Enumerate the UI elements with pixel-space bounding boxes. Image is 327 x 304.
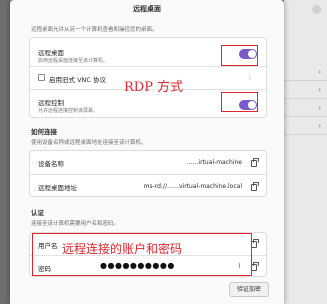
chevron-right-icon: › <box>318 104 321 112</box>
background-row: › <box>284 64 327 81</box>
remote-desktop-dialog: 远程桌面 远程桌面允许从另一个计算机查看和操控您的桌面。 远程桌面 启用远程桌面… <box>10 0 284 304</box>
switch-highlight <box>221 45 258 66</box>
credentials-annotation: 远程连接的账户和密码 <box>62 242 183 256</box>
chevron-right-icon: › <box>318 122 321 130</box>
address-value: ms-rd://……virtual-machine.local <box>143 183 242 190</box>
auth-subtitle: 连接至该计算机需要用户名和密码。 <box>31 221 120 227</box>
copy-icon[interactable] <box>251 158 259 167</box>
address-row: 远程桌面地址 ms-rd://……virtual-machine.local <box>30 175 266 198</box>
background-row: › <box>284 100 327 117</box>
remote-desktop-title: 远程桌面 <box>38 49 64 57</box>
auth-title: 认证 <box>31 209 44 217</box>
chevron-right-icon: › <box>318 86 321 94</box>
titlebar: 远程桌面 <box>10 0 284 17</box>
address-label: 远程桌面地址 <box>38 184 77 192</box>
dialog-title: 远程桌面 <box>133 5 161 13</box>
connection-card: 设备名称 ……irtual-machine 远程桌面地址 ms-rd://……v… <box>29 150 267 197</box>
close-icon[interactable] <box>312 5 321 14</box>
device-name-label: 设备名称 <box>38 160 64 168</box>
background-row: › <box>284 82 327 99</box>
background-row: › <box>284 118 327 135</box>
device-name-value: ……irtual-machine <box>186 159 242 166</box>
background-settings-panel: › › › › <box>284 0 327 304</box>
how-to-connect-subtitle: 使用设备名称或远程桌面地址连接至该计算机。 <box>31 140 147 146</box>
rdp-annotation: RDP 方式 <box>124 80 184 95</box>
copy-icon[interactable] <box>251 182 259 191</box>
legacy-vnc-label: 启用旧式 VNC 协议 <box>49 76 106 84</box>
legacy-vnc-checkbox[interactable] <box>38 74 45 81</box>
how-to-connect-title: 如何连接 <box>31 128 57 136</box>
remote-control-subtitle: 允许远程连接控制该屏幕。 <box>38 108 99 114</box>
device-name-row: 设备名称 ……irtual-machine <box>30 151 266 174</box>
chevron-right-icon: › <box>318 68 321 76</box>
background-left <box>0 0 10 304</box>
remote-control-title: 远程控制 <box>38 99 64 107</box>
switch-highlight <box>221 92 258 112</box>
info-icon[interactable]: ⋮ <box>247 74 253 81</box>
remote-desktop-subtitle: 启用远程桌面连接至该计算机。 <box>38 58 109 64</box>
intro-text: 远程桌面允许从另一个计算机查看和操控您的桌面。 <box>31 27 158 33</box>
verify-encryption-button[interactable]: 验证加密 <box>229 282 269 297</box>
